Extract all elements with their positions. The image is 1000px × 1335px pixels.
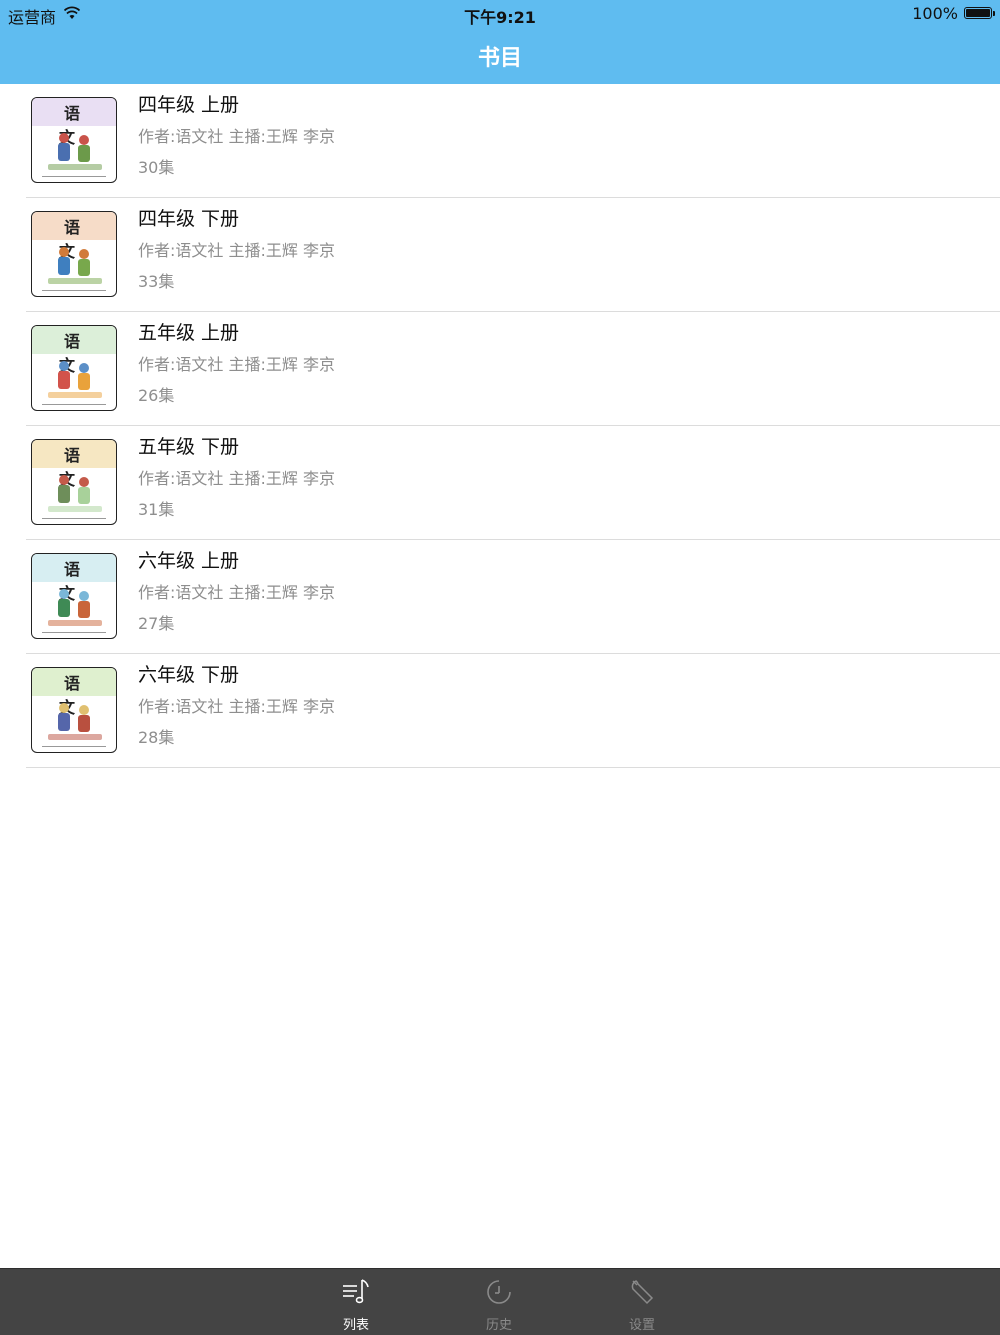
cover-illustration	[48, 703, 102, 740]
book-author-narrators: 作者:语文社 主播:王辉 李京	[138, 697, 335, 716]
cover-footer-line	[42, 630, 106, 633]
tab-history[interactable]: 历史	[454, 1269, 544, 1335]
cover-illustration	[48, 475, 102, 512]
cover-footer-line	[42, 288, 106, 291]
episode-count: 28集	[138, 728, 175, 747]
book-title: 六年级 上册	[138, 550, 240, 572]
tab-list[interactable]: 列表	[311, 1269, 401, 1335]
book-cover-image: 语 文	[31, 439, 117, 525]
book-row[interactable]: 语 文四年级 下册作者:语文社 主播:王辉 李京 33集	[0, 198, 1000, 312]
book-author-narrators: 作者:语文社 主播:王辉 李京	[138, 127, 335, 146]
cover-footer-line	[42, 516, 106, 519]
book-list: 语 文四年级 上册 作者:语文社 主播:王辉 李京 30集语 文四年级 下册 作者:语…	[0, 84, 1000, 768]
book-row[interactable]: 语 文五年级 下册作者:语文社 主播:王辉 李京 31集	[0, 426, 1000, 540]
book-cover-image: 语 文	[31, 325, 117, 411]
book-author-narrators: 作者:语文社 主播:王辉 李京	[138, 241, 335, 260]
tab-label: 列表	[342, 1318, 369, 1333]
cover-footer-line	[42, 402, 106, 405]
cover-illustration	[48, 361, 102, 398]
navigation-header: 运营商 下午9:21 100% 书目	[0, 0, 1000, 84]
book-row[interactable]: 语 文五年级 上册作者:语文社 主播:王辉 李京 26集	[0, 312, 1000, 426]
episode-count: 30集	[138, 158, 175, 177]
tab-label: 设置	[628, 1318, 655, 1333]
status-time: 下午9:21	[464, 8, 536, 27]
book-row[interactable]: 语 文四年级 上册作者:语文社 主播:王辉 李京 30集	[0, 84, 1000, 198]
episode-count: 33集	[138, 272, 175, 291]
book-author-narrators: 作者:语文社 主播:王辉 李京	[138, 469, 335, 488]
page-title: 书目	[477, 46, 522, 71]
book-row[interactable]: 语 文六年级 上册作者:语文社 主播:王辉 李京 27集	[0, 540, 1000, 654]
book-cover-image: 语 文	[31, 211, 117, 297]
cover-footer-line	[42, 744, 106, 747]
wrench-icon	[631, 1280, 654, 1305]
cover-illustration	[48, 133, 102, 170]
battery-percentage: 100%	[912, 4, 958, 23]
battery-icon	[964, 7, 995, 19]
clock-icon	[487, 1280, 511, 1304]
episode-count: 27集	[138, 614, 175, 633]
book-cover-image: 语 文	[31, 97, 117, 183]
book-row[interactable]: 语 文六年级 下册作者:语文社 主播:王辉 李京 28集	[0, 654, 1000, 768]
tab-settings[interactable]: 设置	[597, 1269, 687, 1335]
cover-illustration	[48, 247, 102, 284]
cover-illustration	[48, 589, 102, 626]
book-author-narrators: 作者:语文社 主播:王辉 李京	[138, 355, 335, 374]
book-title: 五年级 下册	[138, 436, 240, 458]
episode-count: 31集	[138, 500, 175, 519]
episode-count: 26集	[138, 386, 175, 405]
cover-footer-line	[42, 174, 106, 177]
music-list-icon	[343, 1279, 369, 1304]
book-title: 五年级 上册	[138, 322, 240, 344]
book-cover-image: 语 文	[31, 667, 117, 753]
book-author-narrators: 作者:语文社 主播:王辉 李京	[138, 583, 335, 602]
book-title: 四年级 上册	[138, 94, 240, 116]
book-title: 六年级 下册	[138, 664, 240, 686]
book-cover-image: 语 文	[31, 553, 117, 639]
tab-label: 历史	[485, 1318, 512, 1333]
status-bar: 运营商 下午9:21 100%	[0, 0, 1000, 28]
book-title: 四年级 下册	[138, 208, 240, 230]
tab-bar: 列表 历史 设置	[0, 1268, 1000, 1335]
